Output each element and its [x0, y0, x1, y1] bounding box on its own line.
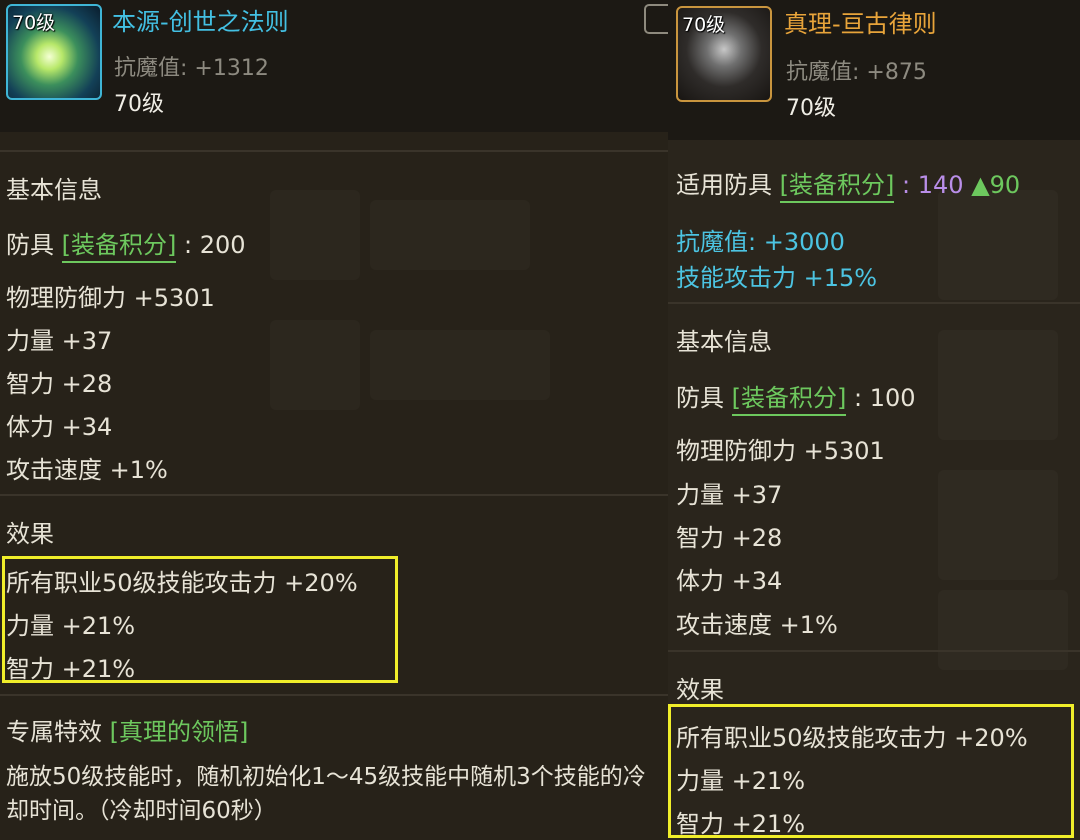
item-tooltip-right: 70级 真理-亘古律则 抗魔值: +875 70级 适用防具 [装备积分] : …	[668, 0, 1080, 840]
divider	[0, 694, 668, 696]
effect-line: 智力 +21%	[6, 655, 136, 683]
basic-info-header: 基本信息	[6, 176, 102, 204]
effect-header: 效果	[6, 520, 54, 548]
magic-resist: 抗魔值: +875	[786, 60, 927, 85]
icon-level-label: 70级	[12, 12, 56, 34]
item-icon[interactable]: 70级	[6, 4, 102, 100]
item-title: 本源-创世之法则	[112, 8, 289, 36]
divider	[0, 494, 668, 496]
bonus-line: 技能攻击力 +15%	[676, 264, 878, 292]
divider	[0, 150, 668, 152]
stat-line: 力量 +37	[6, 327, 113, 355]
armor-label: 防具	[6, 231, 54, 259]
compare-icon[interactable]	[644, 4, 668, 34]
stat-line: 智力 +28	[676, 524, 783, 552]
armor-label: 防具	[676, 384, 724, 412]
item-tooltip-left: 70级 本源-创世之法则 抗魔值: +1312 70级 基本信息 防具 [装备积…	[0, 0, 668, 840]
stat-line: 智力 +28	[6, 370, 113, 398]
exclusive-label: 专属特效	[6, 718, 102, 746]
item-level: 70级	[114, 92, 164, 117]
upgrade-indicator: ▲90	[971, 171, 1021, 199]
item-title: 真理-亘古律则	[784, 10, 937, 38]
tooltip-header: 70级 真理-亘古律则 抗魔值: +875 70级	[668, 0, 1080, 140]
stat-line: 物理防御力 +5301	[6, 284, 215, 312]
stat-line: 攻击速度 +1%	[676, 611, 838, 639]
score-value: : 200	[184, 231, 246, 259]
applicable-armor-row: 适用防具 [装备积分] : 140 ▲90	[676, 165, 1021, 203]
armor-score-row: 防具 [装备积分] : 200	[6, 225, 246, 263]
item-level: 70级	[786, 96, 836, 121]
exclusive-description: 施放50级技能时，随机初始化1～45级技能中随机3个技能的冷却时间。（冷却时间6…	[6, 764, 646, 824]
item-icon[interactable]: 70级	[676, 6, 772, 102]
effect-line: 力量 +21%	[676, 767, 806, 795]
divider	[668, 650, 1080, 652]
effect-header: 效果	[676, 676, 724, 704]
applicable-label: 适用防具	[676, 171, 772, 199]
applicable-colon: :	[902, 171, 911, 199]
stat-line: 体力 +34	[676, 567, 783, 595]
divider	[668, 302, 1080, 304]
effect-line: 力量 +21%	[6, 612, 136, 640]
score-tag[interactable]: [装备积分]	[731, 384, 847, 416]
stat-line: 攻击速度 +1%	[6, 456, 168, 484]
stat-line: 力量 +37	[676, 481, 783, 509]
score-tag[interactable]: [装备积分]	[61, 231, 177, 263]
applicable-value: 140	[917, 171, 964, 199]
exclusive-name: [真理的领悟]	[109, 718, 249, 746]
effect-line: 所有职业50级技能攻击力 +20%	[676, 724, 1028, 752]
armor-score-row: 防具 [装备积分] : 100	[676, 378, 916, 416]
effect-line: 智力 +21%	[676, 810, 806, 838]
tooltip-header: 70级 本源-创世之法则 抗魔值: +1312 70级	[0, 0, 668, 132]
basic-info-header: 基本信息	[676, 328, 772, 356]
exclusive-effect-row: 专属特效 [真理的领悟]	[6, 712, 248, 747]
score-value: : 100	[854, 384, 916, 412]
magic-resist: 抗魔值: +1312	[114, 56, 269, 81]
icon-level-label: 70级	[682, 14, 726, 36]
stat-line: 体力 +34	[6, 413, 113, 441]
bonus-line: 抗魔值: +3000	[676, 228, 845, 256]
effect-line: 所有职业50级技能攻击力 +20%	[6, 569, 358, 597]
stat-line: 物理防御力 +5301	[676, 437, 885, 465]
score-tag[interactable]: [装备积分]	[779, 171, 895, 203]
